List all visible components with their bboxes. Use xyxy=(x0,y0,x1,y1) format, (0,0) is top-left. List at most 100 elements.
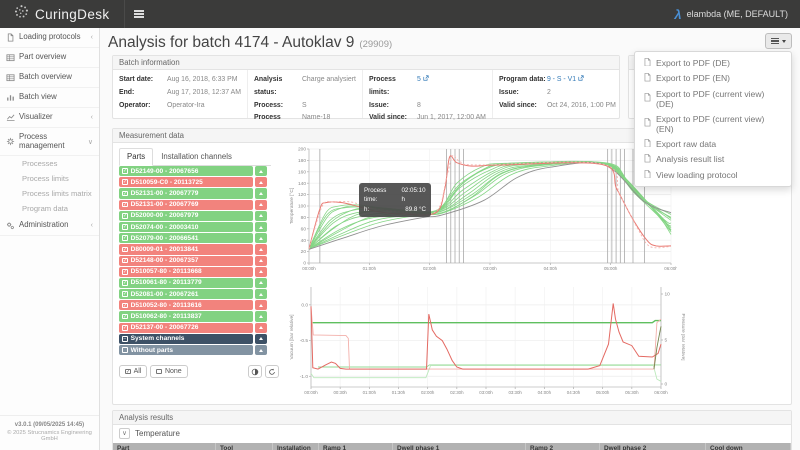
app-logo[interactable]: CuringDesk xyxy=(0,0,124,28)
checkbox-checked-icon[interactable]: ✓ xyxy=(122,258,128,264)
export-menu-button[interactable] xyxy=(765,33,792,49)
part-row[interactable]: ✓D52148-00 - 20067357 xyxy=(119,256,267,266)
part-row[interactable]: ✓D510052-80 - 20113616 xyxy=(119,300,267,310)
checkbox-checked-icon[interactable]: ✓ xyxy=(122,325,128,331)
part-row[interactable]: −System channels xyxy=(119,334,267,344)
menu-item-export-to-pdf-de[interactable]: Export to PDF (DE) xyxy=(635,55,791,71)
checkbox-minus-icon[interactable]: − xyxy=(122,336,128,342)
collapse-row-button[interactable] xyxy=(255,211,267,221)
part-row[interactable]: ✓D80009-01 - 20013841 xyxy=(119,244,267,254)
checkbox-checked-icon[interactable]: ✓ xyxy=(122,291,128,297)
collapse-row-button[interactable] xyxy=(255,200,267,210)
menu-item-export-raw-data[interactable]: Export raw data xyxy=(635,136,791,152)
sidebar-item-administration[interactable]: Administration‹ xyxy=(0,216,99,236)
invert-selection-button[interactable] xyxy=(248,365,262,378)
parts-list: ✓D52149-00 - 20067656✓D510059-C0 - 20113… xyxy=(119,166,267,356)
column-header-dwell-phase-1[interactable]: Dwell phase 1 xyxy=(393,443,526,450)
part-row[interactable]: ✓D52137-00 - 20067726 xyxy=(119,323,267,333)
part-row[interactable]: ✓D510061-80 - 20113779 xyxy=(119,278,267,288)
part-row[interactable]: ✓D52000-00 - 20067979 xyxy=(119,211,267,221)
part-row[interactable]: ✓D510059-C0 - 20113725 xyxy=(119,177,267,187)
collapse-row-button[interactable] xyxy=(255,278,267,288)
sidebar-item-batch-overview[interactable]: Batch overview xyxy=(0,68,99,88)
select-none-button[interactable]: None xyxy=(150,365,187,378)
tab-installation-channels[interactable]: Installation channels xyxy=(153,148,240,165)
collapse-row-button[interactable] xyxy=(255,289,267,299)
sidebar-subitem-processes[interactable]: Processes xyxy=(0,156,99,171)
info-label: Issue: xyxy=(369,100,417,113)
collapse-row-button[interactable] xyxy=(255,311,267,321)
collapse-row-button[interactable] xyxy=(255,334,267,344)
checkbox-checked-icon[interactable]: ✓ xyxy=(122,247,128,253)
vacuum-pressure-chart[interactable]: 0.0-0.5-1.000:00h00:30h01:00h01:30h02:00… xyxy=(289,283,685,399)
column-header-tool[interactable]: Tool xyxy=(216,443,273,450)
menu-item-analysis-result-list[interactable]: Analysis result list xyxy=(635,152,791,168)
column-header-installation[interactable]: Installation xyxy=(273,443,319,450)
user-menu[interactable]: λ elambda (ME, DEFAULT) xyxy=(674,7,800,22)
sidebar-subitem-process-limits[interactable]: Process limits xyxy=(0,171,99,186)
menu-item-export-to-pdf-current-view-en[interactable]: Export to PDF (current view) (EN) xyxy=(635,111,791,136)
collapse-row-button[interactable] xyxy=(255,300,267,310)
collapse-row-button[interactable] xyxy=(255,188,267,198)
checkbox-checked-icon[interactable]: ✓ xyxy=(122,168,128,174)
collapse-row-button[interactable] xyxy=(255,166,267,176)
column-header-dwell-phase-2[interactable]: Dwell phase 2 xyxy=(600,443,706,450)
tab-parts[interactable]: Parts xyxy=(119,148,153,166)
collapse-row-button[interactable] xyxy=(255,323,267,333)
menu-item-export-to-pdf-current-view-de[interactable]: Export to PDF (current view) (DE) xyxy=(635,86,791,111)
svg-text:05:00h: 05:00h xyxy=(604,266,618,271)
part-row[interactable]: ✓D510057-80 - 20113668 xyxy=(119,267,267,277)
checkbox-checked-icon[interactable]: ✓ xyxy=(122,235,128,241)
svg-text:0.0: 0.0 xyxy=(301,302,308,308)
column-header-cool-down[interactable]: Cool down xyxy=(706,443,791,450)
info-value-link[interactable]: 5 xyxy=(417,74,429,100)
part-row[interactable]: ✓D52149-00 - 20067656 xyxy=(119,166,267,176)
collapse-row-button[interactable] xyxy=(255,267,267,277)
checkbox-checked-icon[interactable]: ✓ xyxy=(122,202,128,208)
checkbox-checked-icon[interactable]: ✓ xyxy=(122,224,128,230)
checkbox-checked-icon[interactable]: ✓ xyxy=(122,179,128,185)
part-row[interactable]: ✓D510062-80 - 20113837 xyxy=(119,311,267,321)
sidebar-item-batch-view[interactable]: Batch view xyxy=(0,88,99,108)
checkbox-checked-icon[interactable]: ✓ xyxy=(122,213,128,219)
part-row[interactable]: ✓D52131-00 - 20067779 xyxy=(119,188,267,198)
collapse-row-button[interactable] xyxy=(255,244,267,254)
part-row[interactable]: ✓D52131-00 - 20067769 xyxy=(119,200,267,210)
checkbox-checked-icon[interactable]: ✓ xyxy=(122,314,128,320)
checkbox-checked-icon[interactable]: ✓ xyxy=(122,280,128,286)
menu-item-export-to-pdf-en[interactable]: Export to PDF (EN) xyxy=(635,71,791,87)
collapse-row-button[interactable] xyxy=(255,256,267,266)
part-row[interactable]: ✓D52079-00 - 20066541 xyxy=(119,233,267,243)
sidebar-subitem-process-limits-matrix[interactable]: Process limits matrix xyxy=(0,186,99,201)
sidebar-toggle-button[interactable] xyxy=(124,0,154,28)
checkbox-empty-icon[interactable] xyxy=(122,347,128,353)
temperature-chart[interactable]: Process time:02:05:10 h h:89.8 °C 020406… xyxy=(289,145,677,275)
collapse-row-button[interactable] xyxy=(255,345,267,355)
sidebar-item-loading-protocols[interactable]: Loading protocols‹ xyxy=(0,28,99,48)
sidebar-item-visualizer[interactable]: Visualizer‹ xyxy=(0,108,99,128)
batch-id: (29909) xyxy=(359,39,392,50)
collapse-row-button[interactable] xyxy=(255,177,267,187)
column-header-ramp-2[interactable]: Ramp 2 xyxy=(526,443,600,450)
menu-item-view-loading-protocol[interactable]: View loading protocol xyxy=(635,167,791,183)
refresh-button[interactable] xyxy=(265,365,279,378)
part-row[interactable]: Without parts xyxy=(119,345,267,355)
column-header-part[interactable]: Part xyxy=(113,443,216,450)
checkbox-checked-icon[interactable]: ✓ xyxy=(122,191,128,197)
part-row[interactable]: ✓D52081-00 - 20067261 xyxy=(119,289,267,299)
collapse-temperature-button[interactable]: ∨ xyxy=(119,428,130,439)
collapse-row-button[interactable] xyxy=(255,222,267,232)
info-value-link[interactable]: 9 - S - V1 xyxy=(547,74,584,87)
sidebar-item-part-overview[interactable]: Part overview xyxy=(0,48,99,68)
sidebar-subitem-program-data[interactable]: Program data xyxy=(0,201,99,216)
column-header-ramp-1[interactable]: Ramp 1 xyxy=(319,443,393,450)
select-all-button[interactable]: ✓ All xyxy=(119,365,147,378)
svg-text:00:00h: 00:00h xyxy=(302,266,316,271)
sidebar-item-process-management[interactable]: Process management∨ xyxy=(0,128,99,156)
collapse-up-icon xyxy=(259,259,263,262)
collapse-row-button[interactable] xyxy=(255,233,267,243)
checkbox-checked-icon[interactable]: ✓ xyxy=(122,269,128,275)
part-row[interactable]: ✓D52074-00 - 20003410 xyxy=(119,222,267,232)
sidebar-footer: v3.0.1 (09/05/2025 14:45) © 2025 Strucna… xyxy=(0,415,99,450)
checkbox-checked-icon[interactable]: ✓ xyxy=(122,303,128,309)
